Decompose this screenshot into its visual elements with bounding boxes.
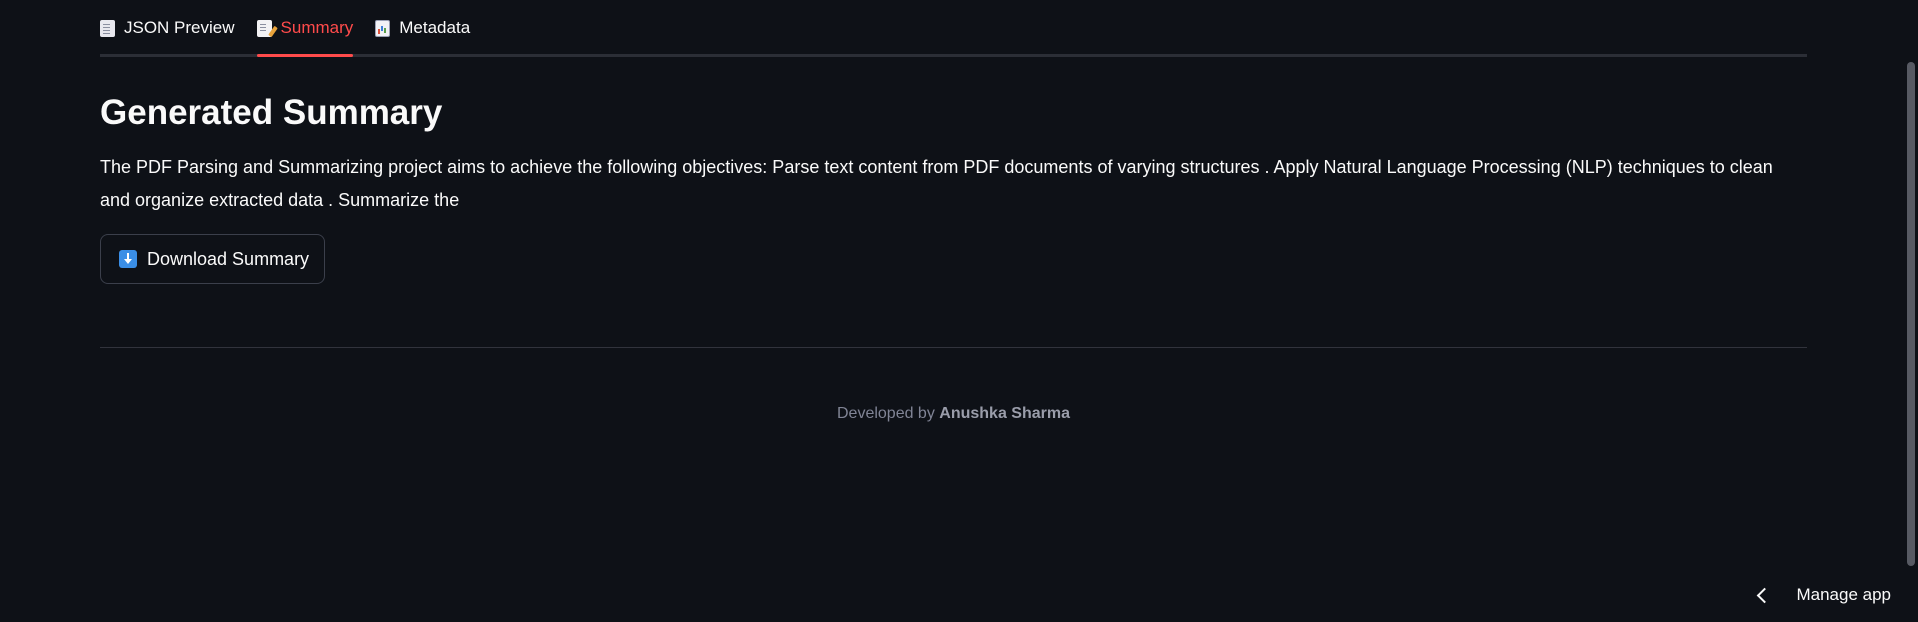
tab-bar: JSON Preview Summary Metadata [100, 0, 1807, 57]
down-arrow-icon [119, 250, 137, 268]
manage-app-label: Manage app [1796, 585, 1891, 604]
summary-text: The PDF Parsing and Summarizing project … [100, 157, 1773, 210]
tab-json-preview[interactable]: JSON Preview [100, 0, 235, 54]
document-icon [100, 19, 115, 37]
footer: Developed by Anushka Sharma [100, 405, 1807, 423]
bar-chart-icon [375, 19, 391, 37]
manage-app-button[interactable]: Manage app [1757, 585, 1891, 605]
tab-label: JSON Preview [124, 18, 235, 37]
download-button-label: Download Summary [147, 248, 310, 269]
footer-prefix: Developed by [836, 405, 940, 422]
tab-label: Metadata [399, 18, 471, 37]
download-summary-button[interactable]: Download Summary [100, 234, 326, 284]
footer-author: Anushka Sharma [939, 405, 1070, 422]
app-root: JSON Preview Summary Metadata Generated … [0, 0, 1918, 622]
scrollbar[interactable] [1907, 62, 1915, 566]
tab-label: Summary [280, 18, 354, 37]
tab-summary[interactable]: Summary [256, 0, 354, 57]
tab-metadata[interactable]: Metadata [375, 0, 470, 54]
main-content: JSON Preview Summary Metadata Generated … [100, 0, 1807, 284]
page-title: Generated Summary [100, 93, 443, 132]
chevron-left-icon [1757, 587, 1773, 604]
divider [100, 347, 1807, 348]
memo-icon [256, 19, 272, 37]
